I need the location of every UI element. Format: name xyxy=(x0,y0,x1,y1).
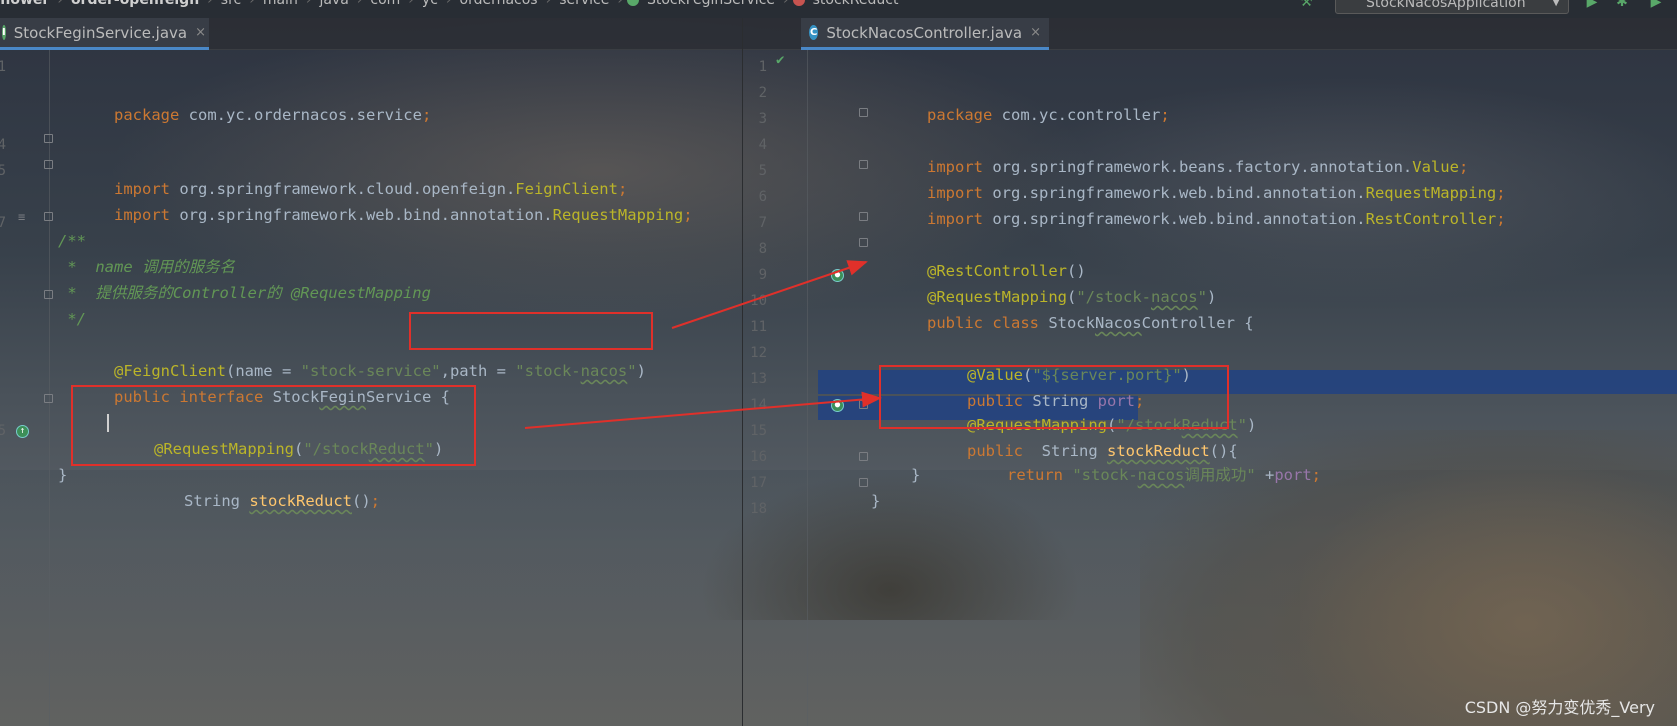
arrow-path-to-mapping xyxy=(671,260,868,329)
arrow-method-to-method xyxy=(524,391,882,429)
watermark: CSDN @努力变优秀_Very xyxy=(1464,698,1655,717)
annotation-arrows xyxy=(524,260,882,429)
